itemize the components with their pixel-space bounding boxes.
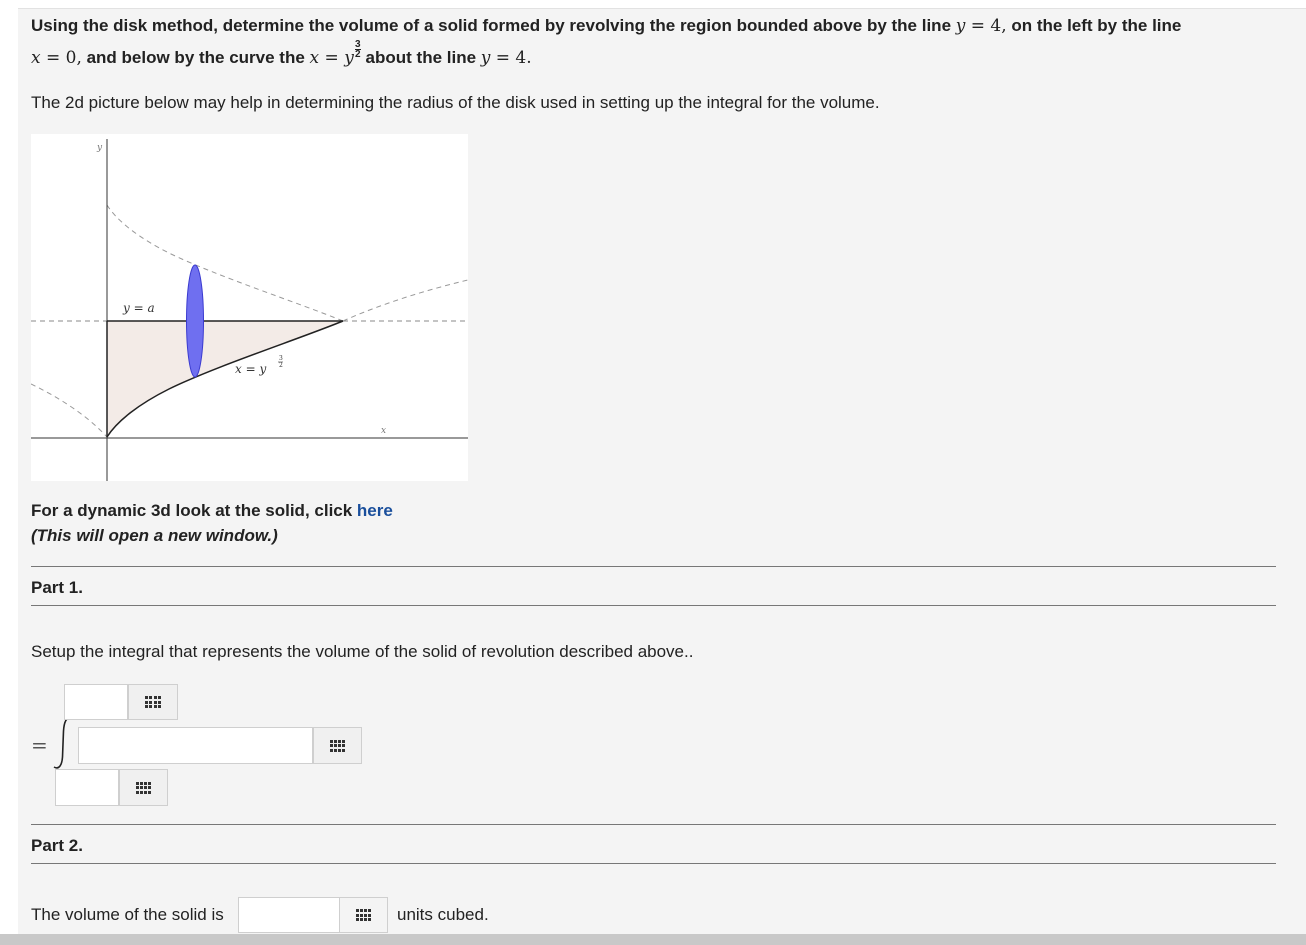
volume-keypad-button[interactable] — [340, 897, 388, 933]
keypad-icon — [135, 781, 152, 794]
lower-limit-keypad-button[interactable] — [119, 769, 168, 806]
part-1-prompt: Setup the integral that represents the v… — [31, 642, 694, 661]
disk-ellipse — [186, 264, 204, 378]
question-line-1: Using the disk method, determine the vol… — [31, 16, 1182, 36]
question-line-2: x = 0, and below by the curve the x = y3… — [31, 39, 532, 69]
keypad-icon — [329, 739, 346, 752]
upper-limit-keypad-button[interactable] — [128, 684, 178, 720]
new-window-note: (This will open a new window.) — [31, 526, 278, 545]
integrand-keypad-button[interactable] — [313, 727, 362, 764]
units-label: units cubed. — [397, 905, 489, 924]
volume-prompt: The volume of the solid is — [31, 905, 224, 924]
integral-sign — [53, 716, 73, 769]
y-axis-label: y — [96, 143, 103, 153]
hint-text: The 2d picture below may help in determi… — [31, 93, 880, 112]
region-plot: y x y = a x = y 3 2 — [30, 139, 469, 481]
divider — [31, 863, 1276, 864]
divider — [31, 824, 1276, 825]
x-axis-label: x — [381, 426, 386, 436]
divider — [31, 605, 1276, 606]
keypad-icon — [355, 909, 372, 921]
dashed-continuation-curve — [342, 279, 469, 322]
here-link[interactable]: here — [357, 501, 393, 520]
curve-label-exp-num: 3 — [279, 355, 283, 362]
keypad-icon — [145, 696, 161, 708]
divider — [31, 566, 1276, 567]
dashed-left-curve — [30, 383, 108, 438]
dynamic-3d-text: For a dynamic 3d look at the solid, clic… — [31, 501, 393, 520]
lower-limit-input[interactable] — [55, 769, 119, 806]
horizontal-scrollbar[interactable] — [0, 934, 1306, 945]
exponent-fraction: 32 — [354, 39, 361, 60]
equals-sign: = — [31, 733, 48, 757]
part-2-title: Part 2. — [31, 836, 83, 855]
curve-label-exp-den: 2 — [279, 362, 283, 369]
part-1-title: Part 1. — [31, 578, 83, 597]
integrand-input[interactable] — [78, 727, 313, 764]
volume-input[interactable] — [238, 897, 340, 933]
shaded-region — [107, 321, 343, 437]
curve-label: x = y — [235, 362, 266, 376]
upper-limit-input[interactable] — [64, 684, 128, 720]
line-label: y = a — [122, 301, 155, 315]
region-figure: y x y = a x = y 3 2 — [30, 134, 469, 481]
